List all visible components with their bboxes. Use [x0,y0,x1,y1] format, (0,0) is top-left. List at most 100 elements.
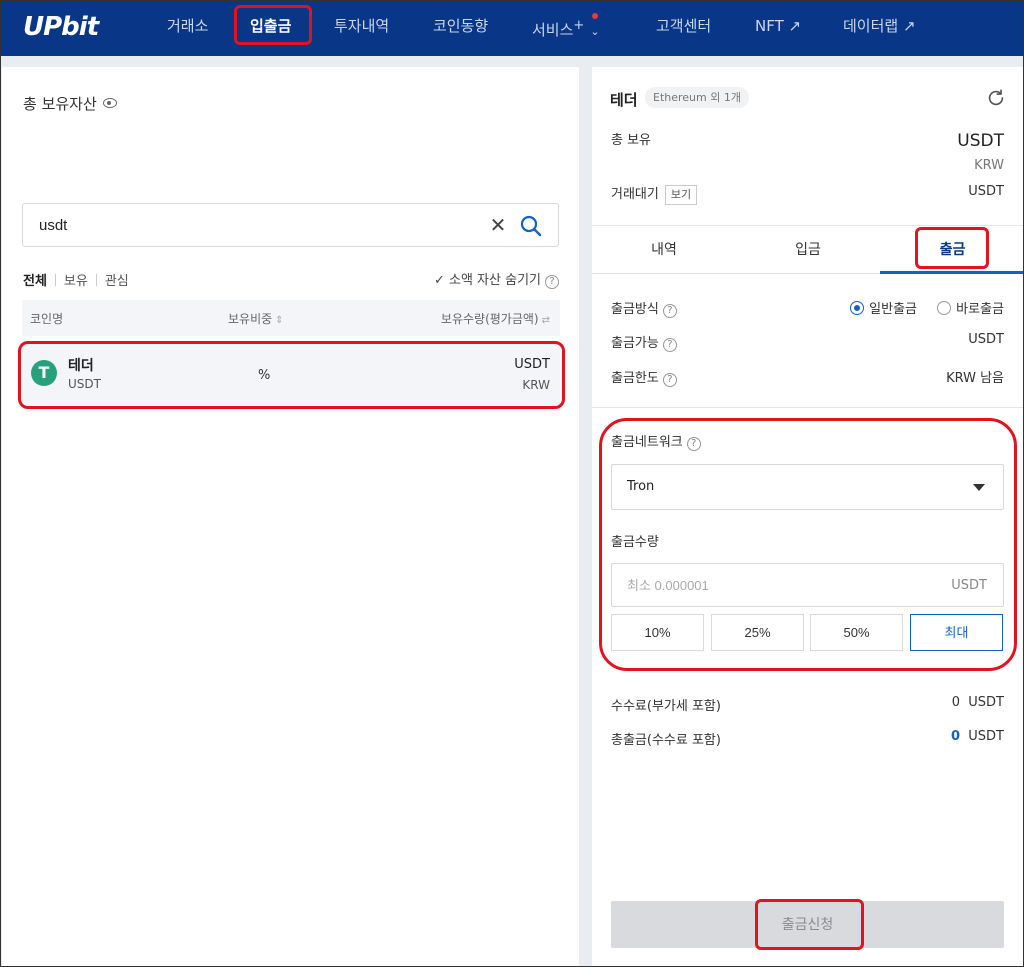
top-nav-bar: UPbit 거래소 입출금 투자내역 코인동향 서비스+ ⌄ 고객센터 NFT ↗… [1,1,1023,56]
limit-value: KRW 남음 [946,371,1004,386]
nav-datalab[interactable]: 데이터랩 ↗ [843,1,916,56]
pct-25-button[interactable]: 25% [711,614,804,651]
coin-krw-value: KRW [522,378,550,392]
method-normal-label: 일반출금 [869,302,918,317]
radio-unchecked-icon [937,301,952,315]
col-ratio[interactable]: 보유비중 ⇕ [228,310,284,327]
page: UPbit 거래소 입출금 투자내역 코인동향 서비스+ ⌄ 고객센터 NFT ↗… [0,0,1024,967]
total-holding-krw: KRW [974,158,1004,173]
asset-table-header: 코인명 보유비중 ⇕ 보유수량(평가금액) ⇄ [22,300,560,336]
network-badge: Ethereum 외 1개 [645,87,749,108]
available-value: USDT [968,332,1004,347]
nav-investments[interactable]: 투자내역 [334,1,389,56]
fee-amount: 0 [951,695,961,710]
amount-field: USDT [611,563,1004,607]
eye-icon[interactable] [102,98,117,108]
fee-label: 수수료(부가세 포함) [611,699,721,714]
total-assets-heading: 총 보유자산 [23,93,117,114]
transfer-tabs: 내역 입금 출금 [592,226,1023,274]
nav-services[interactable]: 서비스+ ⌄ [532,1,600,56]
nav-deposit-withdraw[interactable]: 입출금 [250,1,291,56]
limit-label: 출금한도? [611,367,677,387]
method-instant-radio[interactable]: 바로출금 [937,301,1004,317]
pending-label-text: 거래대기 [611,187,659,202]
tab-deposit[interactable]: 입금 [736,226,880,274]
nav-services-label: 서비스 [532,21,574,39]
caret-down-icon [973,484,985,491]
pending-value: USDT [968,184,1004,199]
col-amount[interactable]: 보유수량(평가금액) ⇄ [441,310,550,327]
table-row[interactable]: T 테더 USDT % USDT KRW [22,341,560,405]
total-withdraw-unit: USDT [968,729,1004,744]
pending-view-button[interactable]: 보기 [664,185,698,205]
refresh-icon[interactable] [985,87,1007,109]
amount-label: 출금수량 [611,535,659,550]
nav-support[interactable]: 고객센터 [656,1,711,56]
network-label-text: 출금네트워크 [611,435,683,450]
max-button[interactable]: 최대 [910,614,1003,651]
total-assets-label: 총 보유자산 [23,95,97,113]
help-icon[interactable]: ? [545,275,559,289]
fee-value: 0 USDT [952,695,1004,710]
nav-coin-trends[interactable]: 코인동향 [433,1,488,56]
asset-panel: 총 보유자산 ✕ 전체 보유 관심 ✓ 소액 자산 숨기기? 코인명 보유비중⇕ 보… [2,67,579,966]
total-withdraw-label: 총출금(수수료 포함) [611,733,721,748]
coin-name: 테더 [68,358,94,374]
network-select[interactable]: Tron [611,464,1004,510]
nav-nft[interactable]: NFT ↗ [755,1,801,56]
method-options: 일반출금 바로출금 [850,298,1004,317]
withdraw-submit-button[interactable]: 출금신청 [611,901,1004,948]
check-icon: ✓ [433,273,445,288]
col-amount-label: 보유수량(평가금액) [440,312,539,326]
total-withdraw-amount: 0 [950,729,961,744]
coin-ratio: % [258,368,271,383]
withdraw-panel: 테더 Ethereum 외 1개 총 보유 USDT KRW 거래대기 보기 US… [592,67,1023,966]
filter-favorites[interactable]: 관심 [105,274,129,289]
network-label: 출금네트워크? [611,431,701,451]
asset-filter-tabs: 전체 보유 관심 [23,270,129,289]
upbit-logo[interactable]: UPbit [23,12,99,42]
amount-input[interactable] [627,564,927,606]
selected-coin-name: 테더 [610,91,638,109]
sort-icon: ⇕ [275,315,284,326]
help-icon[interactable]: ? [662,338,677,352]
pct-50-button[interactable]: 50% [810,614,903,651]
coin-symbol: USDT [68,377,101,391]
search-input[interactable] [39,204,459,246]
tab-withdraw[interactable]: 출금 [880,226,1023,274]
total-withdraw-value: 0 USDT [951,729,1004,744]
available-label-text: 출금가능 [611,336,659,351]
method-normal-radio[interactable]: 일반출금 [850,301,918,317]
method-instant-label: 바로출금 [956,302,1004,317]
amount-unit: USDT [951,578,987,593]
radio-checked-icon [850,301,865,315]
hide-small-assets-label: 소액 자산 숨기기 [449,273,541,288]
help-icon[interactable]: ? [662,304,677,318]
divider [592,407,1023,408]
fee-unit: USDT [968,695,1004,710]
total-holding-label: 총 보유 [611,133,652,148]
help-icon[interactable]: ? [686,437,701,451]
coin-amount: USDT [514,357,550,372]
filter-owned[interactable]: 보유 [64,274,88,289]
help-icon[interactable]: ? [662,373,677,387]
nav-services-plus: + [573,18,585,33]
hide-small-assets-toggle[interactable]: ✓ 소액 자산 숨기기? [434,269,559,289]
swap-icon: ⇄ [541,315,550,326]
pct-10-button[interactable]: 10% [611,614,704,651]
col-ratio-label: 보유비중 [228,312,273,326]
col-coin-name[interactable]: 코인명 [30,310,63,327]
total-holding-value: USDT [957,131,1004,151]
notification-dot-icon [592,13,598,19]
network-selected-value: Tron [627,479,655,494]
available-label: 출금가능? [611,332,677,352]
limit-label-text: 출금한도 [611,371,659,386]
search-icon[interactable] [519,214,543,238]
nav-exchange[interactable]: 거래소 [167,1,208,56]
coin-search: ✕ [22,203,559,247]
method-label: 출금방식? [611,298,677,318]
filter-all[interactable]: 전체 [23,274,47,289]
tab-history[interactable]: 내역 [592,226,736,274]
tether-coin-icon: T [31,360,57,386]
close-icon[interactable]: ✕ [488,214,508,236]
